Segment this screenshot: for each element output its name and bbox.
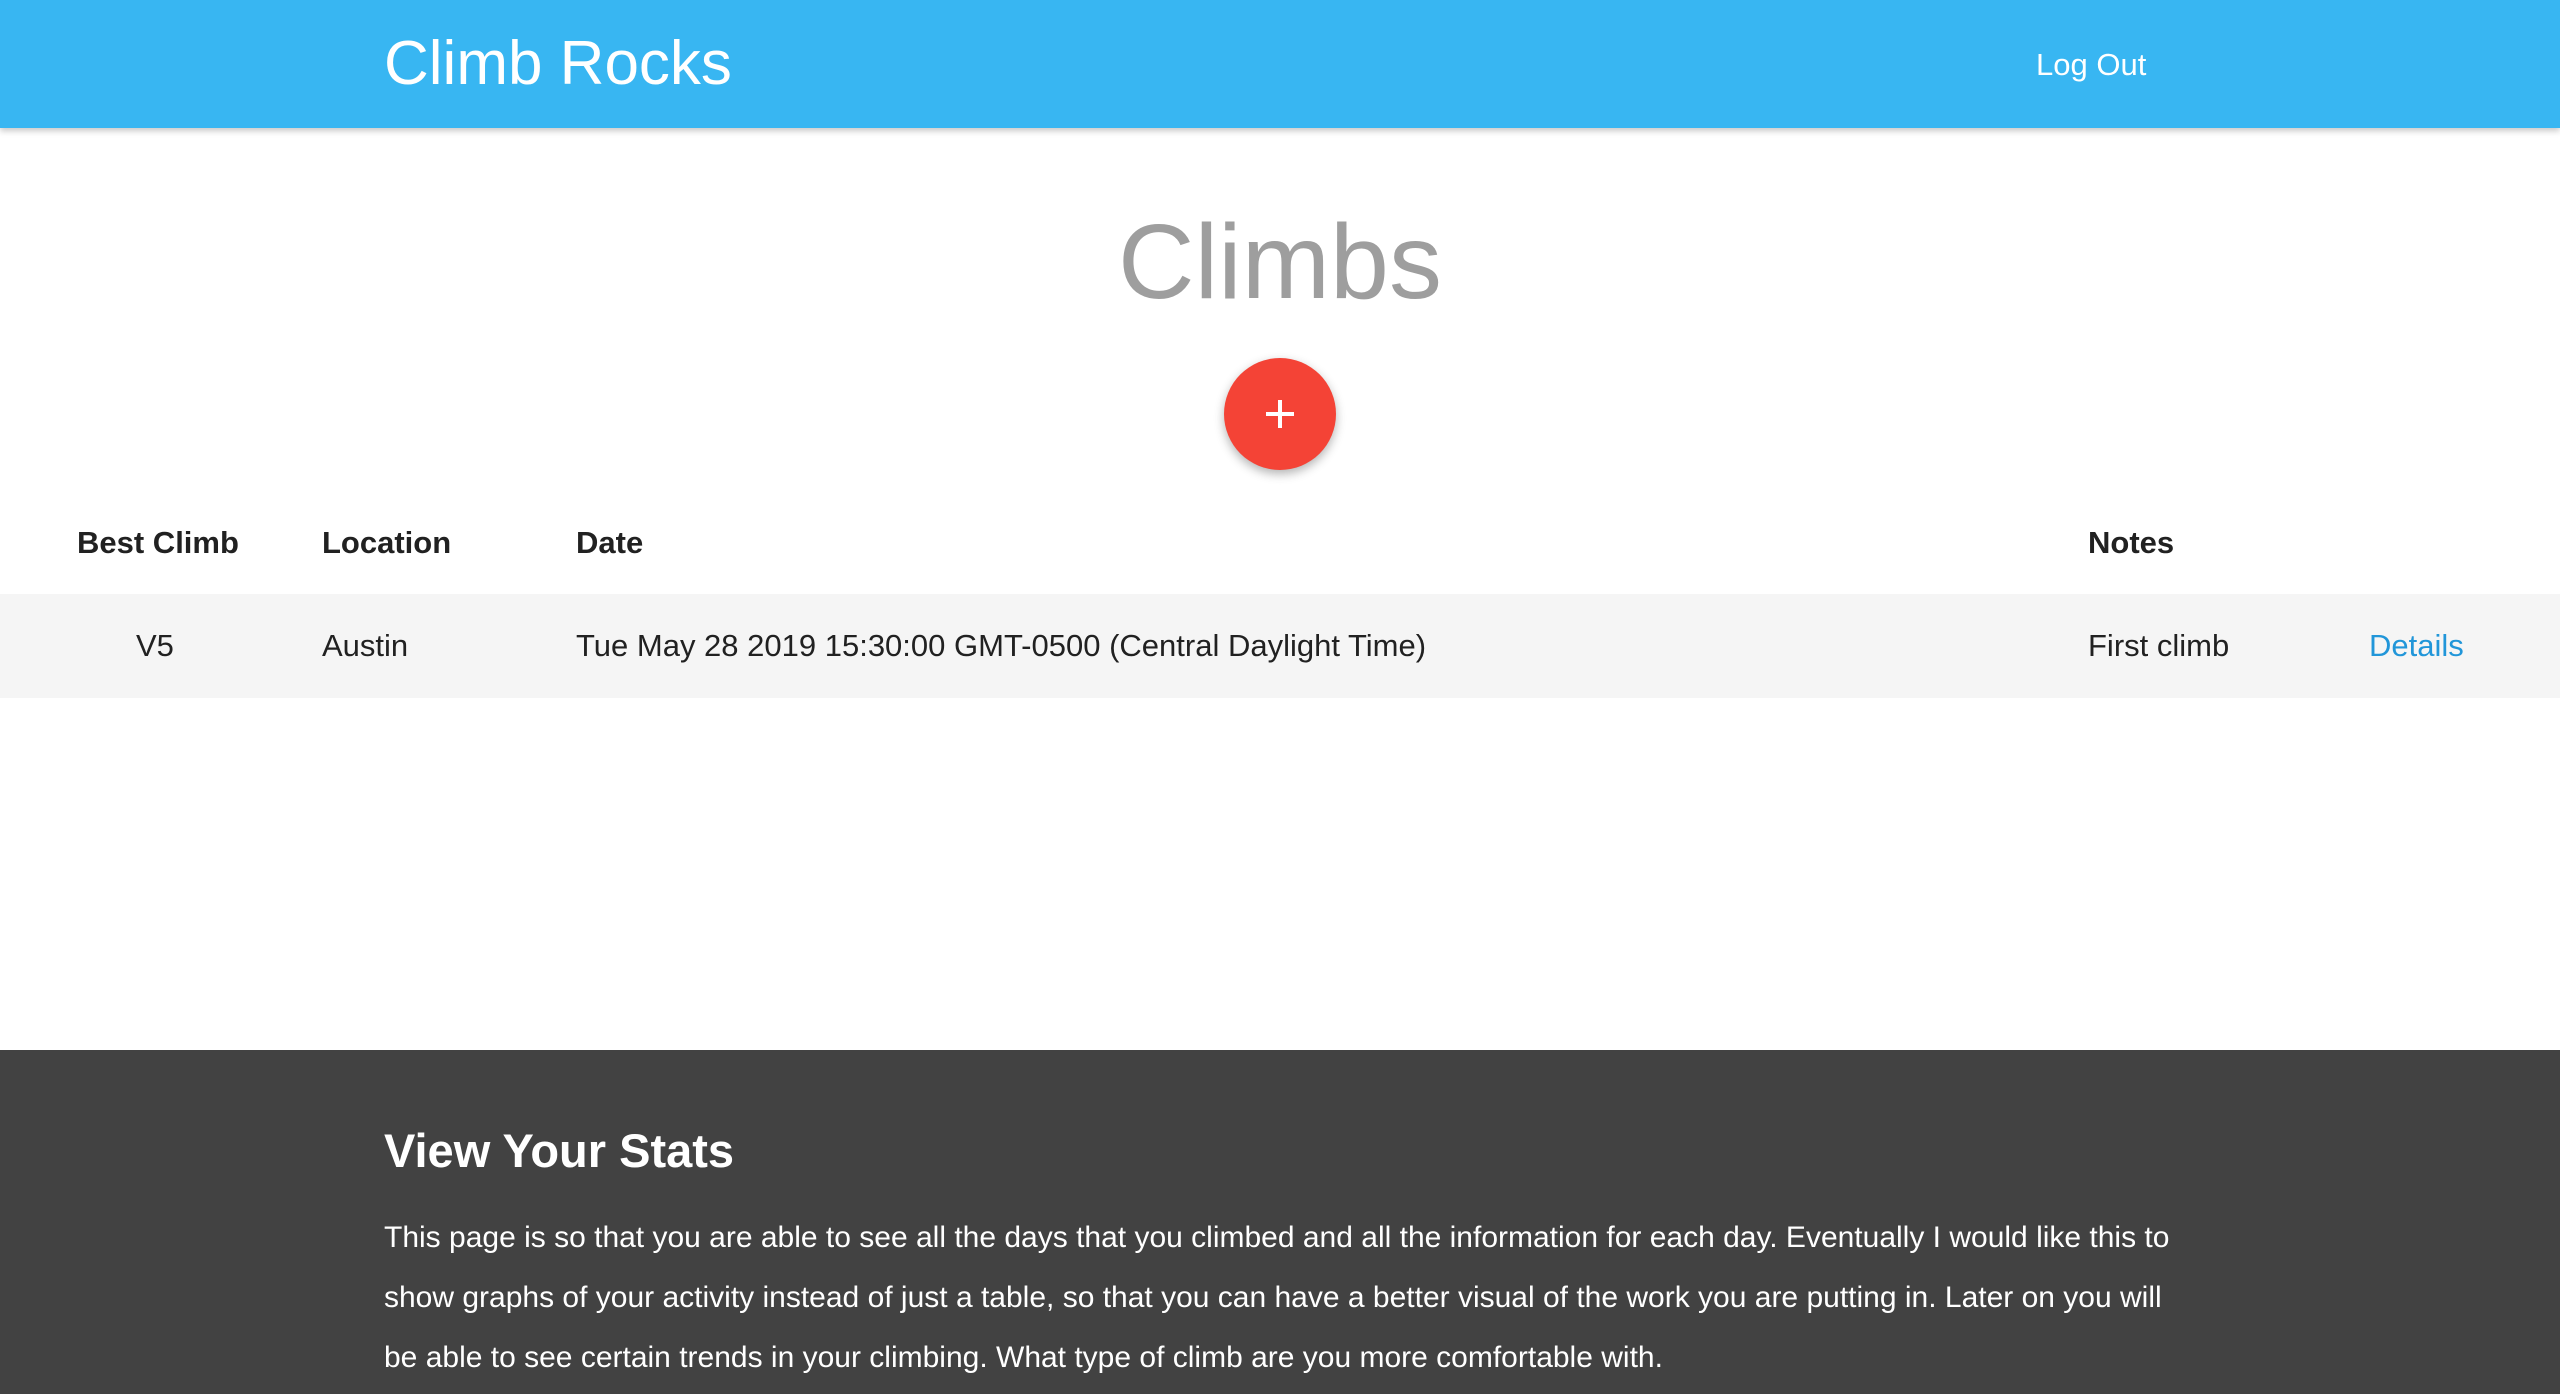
add-climb-button[interactable]	[1224, 358, 1336, 470]
logout-link[interactable]: Log Out	[2036, 44, 2146, 86]
top-navbar: Climb Rocks Log Out	[0, 0, 2560, 128]
cell-best-climb: V5	[136, 628, 174, 663]
table-row: V5 Austin Tue May 28 2019 15:30:00 GMT-0…	[0, 594, 2560, 698]
header-location: Location	[322, 525, 452, 560]
footer-title: View Your Stats	[384, 1124, 735, 1177]
header-date: Date	[576, 525, 644, 560]
details-link[interactable]: Details	[2369, 621, 2464, 671]
page-title: Climbs	[1118, 203, 1442, 321]
cell-location: Austin	[322, 628, 409, 663]
cell-notes: First climb	[2088, 628, 2230, 663]
brand-logo[interactable]: Climb Rocks	[384, 26, 732, 102]
footer-text: This page is so that you are able to see…	[384, 1221, 2170, 1374]
cell-date: Tue May 28 2019 15:30:00 GMT-0500 (Centr…	[576, 628, 1427, 663]
footer: View Your Stats This page is so that you…	[0, 1050, 2560, 1394]
header-notes: Notes	[2088, 525, 2175, 560]
header-best-climb: Best Climb	[77, 525, 239, 560]
